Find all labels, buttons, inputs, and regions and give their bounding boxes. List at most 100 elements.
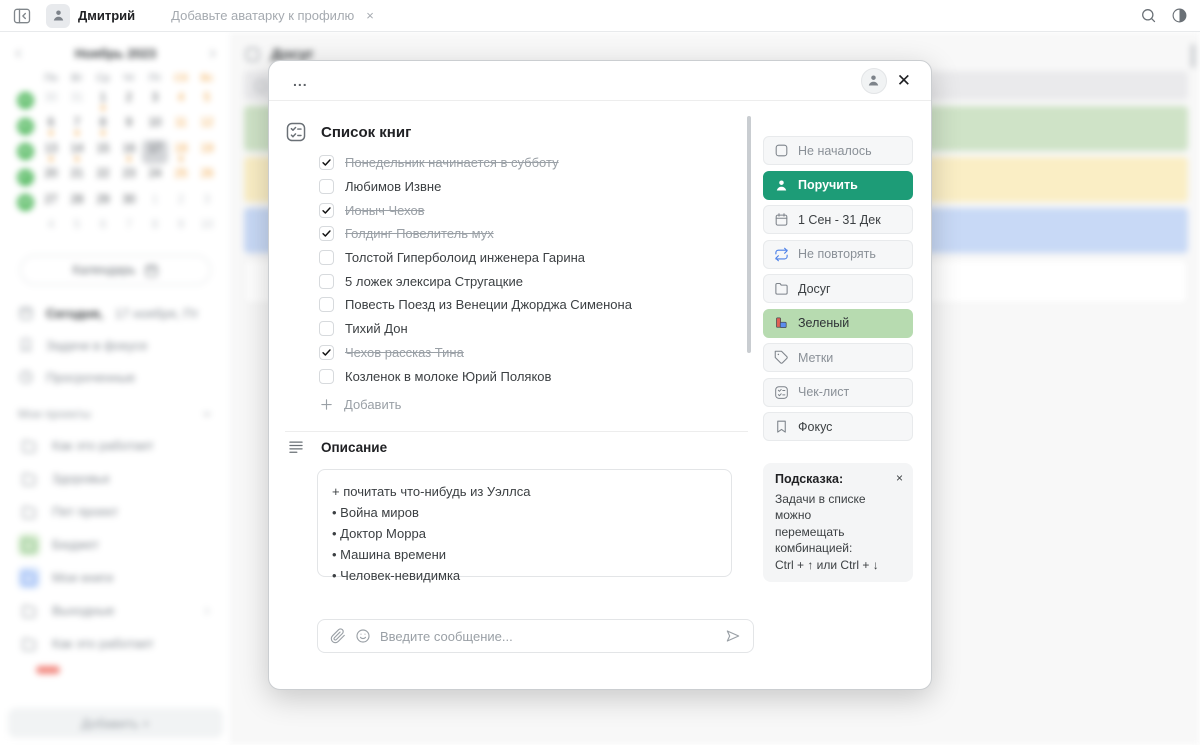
sidebar-collapse-icon[interactable] <box>12 6 32 26</box>
action-focus-button[interactable]: Фокус <box>763 412 913 441</box>
sidebar-project-item[interactable]: Как это работает <box>12 429 219 462</box>
calendar-day[interactable]: 21 <box>64 165 90 189</box>
action-repeat-button[interactable]: Не повторять <box>763 239 913 269</box>
search-icon[interactable] <box>1140 7 1157 24</box>
checklist-item[interactable]: Любимов Извне <box>319 175 748 199</box>
user-avatar[interactable] <box>46 3 70 28</box>
calendar-day[interactable]: 18 <box>168 140 194 164</box>
calendar-day[interactable]: 7 <box>64 114 90 138</box>
action-project-button[interactable]: Досуг <box>763 274 913 303</box>
calendar-day[interactable]: 19 <box>194 140 220 164</box>
calendar-day[interactable]: 8 <box>90 114 116 138</box>
calendar-day[interactable]: 1 <box>90 89 116 113</box>
sidebar-project-item[interactable]: Выходные <box>12 594 219 627</box>
calendar-day[interactable]: 27 <box>38 191 64 215</box>
calendar-day[interactable]: 23 <box>116 165 142 189</box>
sidebar-item[interactable]: Просроченные <box>12 361 219 393</box>
calendar-day[interactable]: 8 <box>142 216 168 240</box>
main-scrollbar[interactable] <box>1191 44 1195 68</box>
action-dates-button[interactable]: 1 Сен - 31 Дек <box>763 205 913 234</box>
checkbox[interactable] <box>319 273 334 289</box>
checkbox[interactable] <box>319 368 334 384</box>
sidebar-project-item[interactable]: Пет проект <box>12 495 219 528</box>
calendar-day[interactable]: 30 <box>38 89 64 113</box>
calendar-day[interactable]: 9 <box>116 114 142 138</box>
checklist-item[interactable]: Голдинг Повелитель мух <box>319 222 748 246</box>
checkbox[interactable] <box>319 226 334 242</box>
calendar-day[interactable]: 5 <box>194 89 220 113</box>
checkbox[interactable] <box>319 321 334 337</box>
checkbox[interactable] <box>319 344 334 360</box>
sidebar-project-item[interactable]: Здоровье <box>12 462 219 495</box>
calendar-day[interactable]: 10 <box>142 114 168 138</box>
theme-toggle-icon[interactable] <box>1171 7 1188 24</box>
checklist-add-row[interactable]: Добавить <box>319 391 401 417</box>
calendar-day[interactable]: 5 <box>64 216 90 240</box>
calendar-day[interactable]: 25 <box>168 165 194 189</box>
checklist-item[interactable]: Чехов рассказ Тина <box>319 341 748 365</box>
calendar-day[interactable]: 3 <box>194 191 220 215</box>
calendar-day[interactable]: 2 <box>116 89 142 113</box>
calendar-next-icon[interactable] <box>206 47 219 60</box>
checklist-item[interactable]: Ионыч Чехов <box>319 198 748 222</box>
modal-scrollbar[interactable] <box>747 116 751 353</box>
calendar-day[interactable]: 26 <box>194 165 220 189</box>
calendar-day[interactable]: 20 <box>38 165 64 189</box>
hint-close-icon[interactable]: × <box>896 471 903 485</box>
calendar-view-button[interactable]: Календарь <box>20 255 211 285</box>
sidebar-item[interactable]: Сегодня, 17 ноября, Пт <box>12 297 219 329</box>
checklist-item[interactable]: Тихий Дон <box>319 317 748 341</box>
calendar-day[interactable]: 6 <box>38 114 64 138</box>
action-assign-button[interactable]: Поручить <box>763 170 913 200</box>
checklist-item[interactable]: Козленок в молоке Юрий Поляков <box>319 364 748 388</box>
calendar-day[interactable]: 16 <box>116 140 142 164</box>
calendar-day[interactable]: 28 <box>64 191 90 215</box>
checkbox[interactable] <box>319 179 334 195</box>
sidebar-project-item[interactable]: Мои книги <box>12 561 219 594</box>
calendar-day[interactable]: 3 <box>142 89 168 113</box>
paperclip-icon[interactable] <box>330 628 346 644</box>
calendar-day[interactable]: 7 <box>116 216 142 240</box>
calendar-day[interactable]: 14 <box>64 140 90 164</box>
send-icon[interactable] <box>725 628 741 644</box>
calendar-day[interactable]: 10 <box>194 216 220 240</box>
action-color-button[interactable]: Зеленый <box>763 308 913 338</box>
action-checklist-button[interactable]: Чек-лист <box>763 377 913 407</box>
checklist-item[interactable]: Понедельник начинается в субботу <box>319 151 748 175</box>
sidebar-projects-header[interactable]: Мои проекты <box>12 399 219 429</box>
calendar-day[interactable]: 4 <box>38 216 64 240</box>
calendar-day[interactable]: 6 <box>90 216 116 240</box>
calendar-day[interactable]: 11 <box>168 114 194 138</box>
calendar-day[interactable]: 4 <box>168 89 194 113</box>
more-menu-icon[interactable]: ... <box>293 74 308 88</box>
checkbox[interactable] <box>319 155 334 171</box>
message-input[interactable] <box>380 628 716 644</box>
checkbox[interactable] <box>319 250 334 266</box>
sidebar-item[interactable]: Задачи в фокусе <box>12 329 219 361</box>
checklist-item[interactable]: Толстой Гиперболоид инженера Гарина <box>319 246 748 270</box>
modal-close-icon[interactable]: ✕ <box>897 72 911 89</box>
calendar-day[interactable]: 30 <box>116 191 142 215</box>
calendar-day[interactable]: 1 <box>142 191 168 215</box>
sidebar-project-item[interactable]: Как это работает <box>12 627 219 660</box>
calendar-day[interactable]: 2 <box>168 191 194 215</box>
calendar-day[interactable]: 15 <box>90 140 116 164</box>
calendar-day[interactable]: 13 <box>38 140 64 164</box>
calendar-day[interactable]: 9 <box>168 216 194 240</box>
action-status-button[interactable]: Не началось <box>763 136 913 165</box>
action-tags-button[interactable]: Метки <box>763 343 913 372</box>
description-box[interactable]: + почитать что-нибудь из Уэллса • Война м… <box>317 469 732 583</box>
checkbox[interactable] <box>319 202 334 218</box>
checkbox[interactable] <box>319 297 334 313</box>
checklist-item[interactable]: Повесть Поезд из Венеции Джорджа Сименон… <box>319 293 748 317</box>
add-project-button[interactable]: Добавить + <box>8 708 223 738</box>
smiley-icon[interactable] <box>355 628 371 644</box>
calendar-prev-icon[interactable] <box>12 47 25 60</box>
calendar-day[interactable]: 22 <box>90 165 116 189</box>
calendar-day[interactable]: 29 <box>90 191 116 215</box>
calendar-day[interactable]: 12 <box>194 114 220 138</box>
assignee-avatar[interactable] <box>860 67 887 94</box>
calendar-day[interactable]: 17 <box>142 139 168 164</box>
avatar-hint-close-icon[interactable]: × <box>366 8 374 23</box>
checklist-item[interactable]: 5 ложек элексира Стругацкие <box>319 269 748 293</box>
